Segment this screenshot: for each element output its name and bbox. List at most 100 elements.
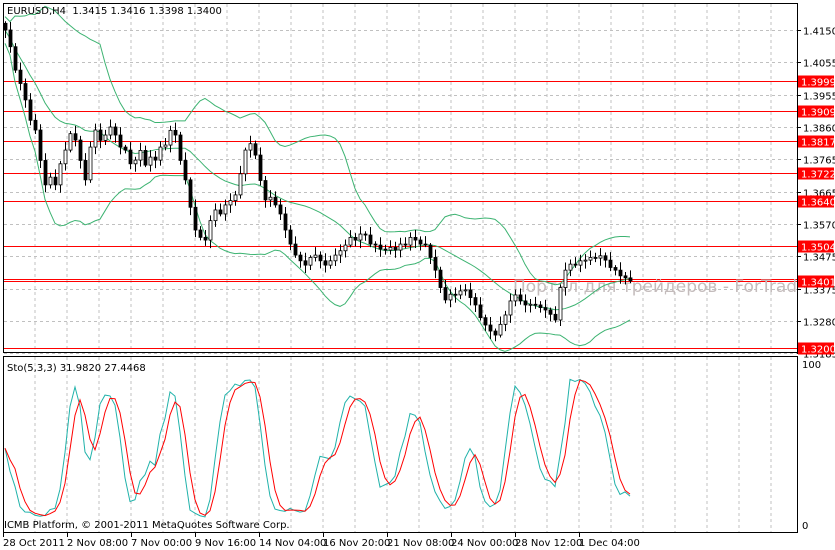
candle-body [268,196,273,201]
candle-body [233,194,238,201]
candle-body [418,239,423,245]
candle-body [483,317,488,326]
candle-body [423,243,428,246]
candle-body [563,269,568,288]
price-tick-label: 1.3860 [803,124,835,135]
candle-body [353,236,358,241]
candle-body [253,143,258,156]
candle-body [603,255,608,261]
candle-body [493,330,498,336]
candle-body [393,247,398,251]
candle-body [498,323,503,336]
candle-body [213,209,218,222]
candle-body [98,129,103,141]
candle-body [558,287,563,321]
candle-body [428,244,433,258]
candle-body [388,247,393,251]
candle-body [208,220,213,241]
candle-body [8,29,13,48]
candle-body [118,134,123,148]
price-tick-label: 1.3765 [803,156,835,167]
candle-body [408,236,413,246]
time-label: 1 Dec 04:00 [579,538,640,549]
candle-body [318,254,323,262]
candle-body [48,176,53,186]
time-label: 21 Nov 08:00 [387,538,454,549]
candle-body [313,254,318,258]
candle-body [248,143,253,151]
candle-body [293,243,298,256]
candle-body [623,275,628,279]
candle-body [238,173,243,196]
candle-body [163,144,168,148]
candle-body [583,259,588,262]
copyright-text: ICMB Platform, © 2001-2011 MetaQuotes So… [4,520,290,531]
candle-body [458,290,463,296]
candle-body [593,257,598,259]
candle-body [553,313,558,321]
candle-body [58,163,63,186]
candle-body [13,46,18,71]
candle-body [488,324,493,332]
candle-body [88,146,93,181]
level-label: 1.3999 [801,78,835,89]
candle-body [4,22,8,31]
candle-body [548,309,553,315]
candle-body [73,133,78,141]
candle-body [468,289,473,298]
candle-body [513,294,518,302]
candle-body [158,146,163,161]
candle-body [358,233,363,241]
candle-body [323,260,328,266]
indicator-frame [3,356,798,533]
candle-body [298,254,303,262]
candle-body [508,300,513,316]
candle-body [378,244,383,250]
candle-body [598,255,603,259]
candle-body [478,304,483,319]
time-label: 24 Nov 00:00 [451,538,518,549]
time-axis[interactable]: 28 Oct 2011 2 Nov 08:00 7 Nov 00:00 9 Nov 1… [3,533,640,549]
level-labels: 1.39991.39091.38171.37221.36401.35041.34… [798,75,835,356]
trading-chart[interactable]: Портал для трейдеров - ForTrader.ru EURU… [0,0,835,550]
candle-body [608,259,613,268]
candle-body [538,304,543,309]
candle-body [108,126,113,136]
candle-body [133,159,138,165]
candle-body [523,300,528,306]
candle-body [403,243,408,246]
candle-body [243,149,248,175]
time-label: 28 Oct 2011 [3,538,65,549]
candle-body [188,179,193,208]
price-tick-label: 1.4150 [803,27,835,38]
candle-body [263,180,268,201]
candle-body [28,99,33,121]
level-label: 1.3817 [801,138,835,149]
candle-body [448,293,453,301]
price-tick-label: 1.3475 [803,253,835,264]
price-tick-label: 1.3280 [803,318,835,329]
candle-body [183,160,188,181]
candle-body [78,139,83,161]
candle-body [198,229,203,238]
candle-body [588,257,593,261]
candle-body [43,160,48,186]
time-label: 2 Nov 08:00 [67,538,128,549]
level-label: 1.3200 [801,345,835,356]
candle-body [193,206,198,231]
stoch-min-label: 0 [802,521,808,532]
candle-body [38,129,43,161]
candle-body [578,260,583,266]
candle-body [373,243,378,246]
symbol-header: EURUSD,H4 1.3415 1.3416 1.3398 1.3400 [7,6,222,17]
candle-body [258,154,263,181]
candle-body [113,126,118,136]
candle-body [348,236,353,246]
candle-body [23,83,28,101]
candle-body [368,234,373,245]
candle-body [288,229,293,245]
candle-body [333,254,338,262]
candle-body [398,243,403,251]
candle-body [528,303,533,306]
candle-body [223,204,228,215]
